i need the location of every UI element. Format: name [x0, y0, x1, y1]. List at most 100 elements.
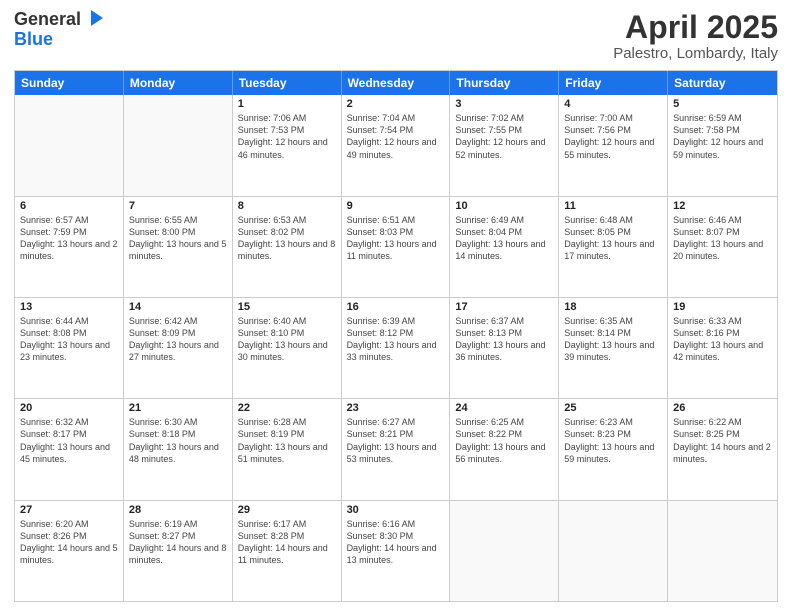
calendar-row-3: 13 Sunrise: 6:44 AM Sunset: 8:08 PM Dayli… [15, 297, 777, 398]
day-info: Sunrise: 6:42 AM Sunset: 8:09 PM Dayligh… [129, 315, 227, 364]
day-info: Sunrise: 6:16 AM Sunset: 8:30 PM Dayligh… [347, 518, 445, 567]
day-info: Sunrise: 6:57 AM Sunset: 7:59 PM Dayligh… [20, 214, 118, 263]
day-number: 27 [20, 504, 118, 516]
day-info: Sunrise: 6:48 AM Sunset: 8:05 PM Dayligh… [564, 214, 662, 263]
day-cell-1: 1 Sunrise: 7:06 AM Sunset: 7:53 PM Daylig… [233, 95, 342, 195]
day-info: Sunrise: 7:00 AM Sunset: 7:56 PM Dayligh… [564, 112, 662, 161]
day-number: 29 [238, 504, 336, 516]
day-cell-9: 9Sunrise: 6:51 AM Sunset: 8:03 PM Daylig… [342, 197, 451, 297]
calendar-title: April 2025 [613, 10, 778, 45]
day-number: 1 [238, 98, 336, 110]
day-number: 25 [564, 402, 662, 414]
day-cell-12: 12 Sunrise: 6:46 AM Sunset: 8:07 PM Dayli… [668, 197, 777, 297]
day-number: 26 [673, 402, 772, 414]
day-cell-8: 8 Sunrise: 6:53 AM Sunset: 8:02 PM Daylig… [233, 197, 342, 297]
day-info: Sunrise: 6:22 AM Sunset: 8:25 PM Dayligh… [673, 416, 772, 465]
day-cell-26: 26 Sunrise: 6:22 AM Sunset: 8:25 PM Dayli… [668, 399, 777, 499]
day-number: 23 [347, 402, 445, 414]
day-number: 3 [455, 98, 553, 110]
day-cell-4: 4 Sunrise: 7:00 AM Sunset: 7:56 PM Daylig… [559, 95, 668, 195]
day-cell-30: 30 Sunrise: 6:16 AM Sunset: 8:30 PM Dayli… [342, 501, 451, 601]
calendar-row-1: 1 Sunrise: 7:06 AM Sunset: 7:53 PM Daylig… [15, 95, 777, 195]
day-cell-16: 16 Sunrise: 6:39 AM Sunset: 8:12 PM Dayli… [342, 298, 451, 398]
weekday-header-friday: Friday [559, 71, 668, 95]
day-info: Sunrise: 7:04 AM Sunset: 7:54 PM Dayligh… [347, 112, 445, 161]
day-cell-3: 3 Sunrise: 7:02 AM Sunset: 7:55 PM Daylig… [450, 95, 559, 195]
empty-cell-0-1 [124, 95, 233, 195]
day-number: 15 [238, 301, 336, 313]
day-info: Sunrise: 6:44 AM Sunset: 8:08 PM Dayligh… [20, 315, 118, 364]
title-block: April 2025 Palestro, Lombardy, Italy [613, 10, 778, 62]
day-number: 8 [238, 200, 336, 212]
day-info: Sunrise: 6:28 AM Sunset: 8:19 PM Dayligh… [238, 416, 336, 465]
logo-icon [83, 8, 105, 30]
calendar-body: 1 Sunrise: 7:06 AM Sunset: 7:53 PM Daylig… [15, 95, 777, 601]
day-info: Sunrise: 6:32 AM Sunset: 8:17 PM Dayligh… [20, 416, 118, 465]
day-info: Sunrise: 6:53 AM Sunset: 8:02 PM Dayligh… [238, 214, 336, 263]
day-number: 16 [347, 301, 445, 313]
calendar: SundayMondayTuesdayWednesdayThursdayFrid… [14, 70, 778, 602]
day-number: 11 [564, 200, 662, 212]
calendar-row-4: 20 Sunrise: 6:32 AM Sunset: 8:17 PM Dayli… [15, 398, 777, 499]
day-info: Sunrise: 6:17 AM Sunset: 8:28 PM Dayligh… [238, 518, 336, 567]
day-info: Sunrise: 7:02 AM Sunset: 7:55 PM Dayligh… [455, 112, 553, 161]
day-cell-20: 20 Sunrise: 6:32 AM Sunset: 8:17 PM Dayli… [15, 399, 124, 499]
day-info: Sunrise: 6:27 AM Sunset: 8:21 PM Dayligh… [347, 416, 445, 465]
day-info: Sunrise: 6:20 AM Sunset: 8:26 PM Dayligh… [20, 518, 118, 567]
day-number: 24 [455, 402, 553, 414]
day-number: 22 [238, 402, 336, 414]
header: General Blue April 2025 Palestro, Lombar… [14, 10, 778, 62]
day-cell-23: 23 Sunrise: 6:27 AM Sunset: 8:21 PM Dayli… [342, 399, 451, 499]
day-cell-28: 28Sunrise: 6:19 AM Sunset: 8:27 PM Dayli… [124, 501, 233, 601]
day-cell-25: 25 Sunrise: 6:23 AM Sunset: 8:23 PM Dayli… [559, 399, 668, 499]
day-number: 21 [129, 402, 227, 414]
day-info: Sunrise: 7:06 AM Sunset: 7:53 PM Dayligh… [238, 112, 336, 161]
logo: General Blue [14, 10, 105, 50]
day-number: 5 [673, 98, 772, 110]
day-number: 17 [455, 301, 553, 313]
day-cell-7: 7Sunrise: 6:55 AM Sunset: 8:00 PM Daylig… [124, 197, 233, 297]
page: General Blue April 2025 Palestro, Lombar… [0, 0, 792, 612]
day-number: 4 [564, 98, 662, 110]
day-cell-5: 5Sunrise: 6:59 AM Sunset: 7:58 PM Daylig… [668, 95, 777, 195]
calendar-subtitle: Palestro, Lombardy, Italy [613, 45, 778, 62]
weekday-header-thursday: Thursday [450, 71, 559, 95]
day-number: 30 [347, 504, 445, 516]
day-cell-15: 15Sunrise: 6:40 AM Sunset: 8:10 PM Dayli… [233, 298, 342, 398]
day-cell-27: 27 Sunrise: 6:20 AM Sunset: 8:26 PM Dayli… [15, 501, 124, 601]
weekday-header-sunday: Sunday [15, 71, 124, 95]
calendar-row-5: 27 Sunrise: 6:20 AM Sunset: 8:26 PM Dayli… [15, 500, 777, 601]
day-number: 20 [20, 402, 118, 414]
day-number: 12 [673, 200, 772, 212]
day-number: 10 [455, 200, 553, 212]
day-info: Sunrise: 6:46 AM Sunset: 8:07 PM Dayligh… [673, 214, 772, 263]
day-info: Sunrise: 6:39 AM Sunset: 8:12 PM Dayligh… [347, 315, 445, 364]
empty-cell-4-4 [450, 501, 559, 601]
empty-cell-4-5 [559, 501, 668, 601]
logo-text-blue: Blue [14, 30, 105, 50]
day-cell-10: 10 Sunrise: 6:49 AM Sunset: 8:04 PM Dayli… [450, 197, 559, 297]
day-number: 13 [20, 301, 118, 313]
calendar-row-2: 6Sunrise: 6:57 AM Sunset: 7:59 PM Daylig… [15, 196, 777, 297]
weekday-header-tuesday: Tuesday [233, 71, 342, 95]
empty-cell-4-6 [668, 501, 777, 601]
day-info: Sunrise: 6:33 AM Sunset: 8:16 PM Dayligh… [673, 315, 772, 364]
day-number: 18 [564, 301, 662, 313]
day-info: Sunrise: 6:37 AM Sunset: 8:13 PM Dayligh… [455, 315, 553, 364]
day-info: Sunrise: 6:51 AM Sunset: 8:03 PM Dayligh… [347, 214, 445, 263]
day-cell-24: 24Sunrise: 6:25 AM Sunset: 8:22 PM Dayli… [450, 399, 559, 499]
day-cell-17: 17 Sunrise: 6:37 AM Sunset: 8:13 PM Dayli… [450, 298, 559, 398]
weekday-header-wednesday: Wednesday [342, 71, 451, 95]
day-cell-2: 2Sunrise: 7:04 AM Sunset: 7:54 PM Daylig… [342, 95, 451, 195]
day-info: Sunrise: 6:49 AM Sunset: 8:04 PM Dayligh… [455, 214, 553, 263]
day-info: Sunrise: 6:35 AM Sunset: 8:14 PM Dayligh… [564, 315, 662, 364]
day-cell-22: 22 Sunrise: 6:28 AM Sunset: 8:19 PM Dayli… [233, 399, 342, 499]
day-cell-21: 21Sunrise: 6:30 AM Sunset: 8:18 PM Dayli… [124, 399, 233, 499]
day-cell-6: 6Sunrise: 6:57 AM Sunset: 7:59 PM Daylig… [15, 197, 124, 297]
day-cell-11: 11 Sunrise: 6:48 AM Sunset: 8:05 PM Dayli… [559, 197, 668, 297]
day-info: Sunrise: 6:55 AM Sunset: 8:00 PM Dayligh… [129, 214, 227, 263]
logo-text-general: General [14, 10, 81, 30]
day-cell-19: 19Sunrise: 6:33 AM Sunset: 8:16 PM Dayli… [668, 298, 777, 398]
weekday-header-monday: Monday [124, 71, 233, 95]
day-info: Sunrise: 6:23 AM Sunset: 8:23 PM Dayligh… [564, 416, 662, 465]
